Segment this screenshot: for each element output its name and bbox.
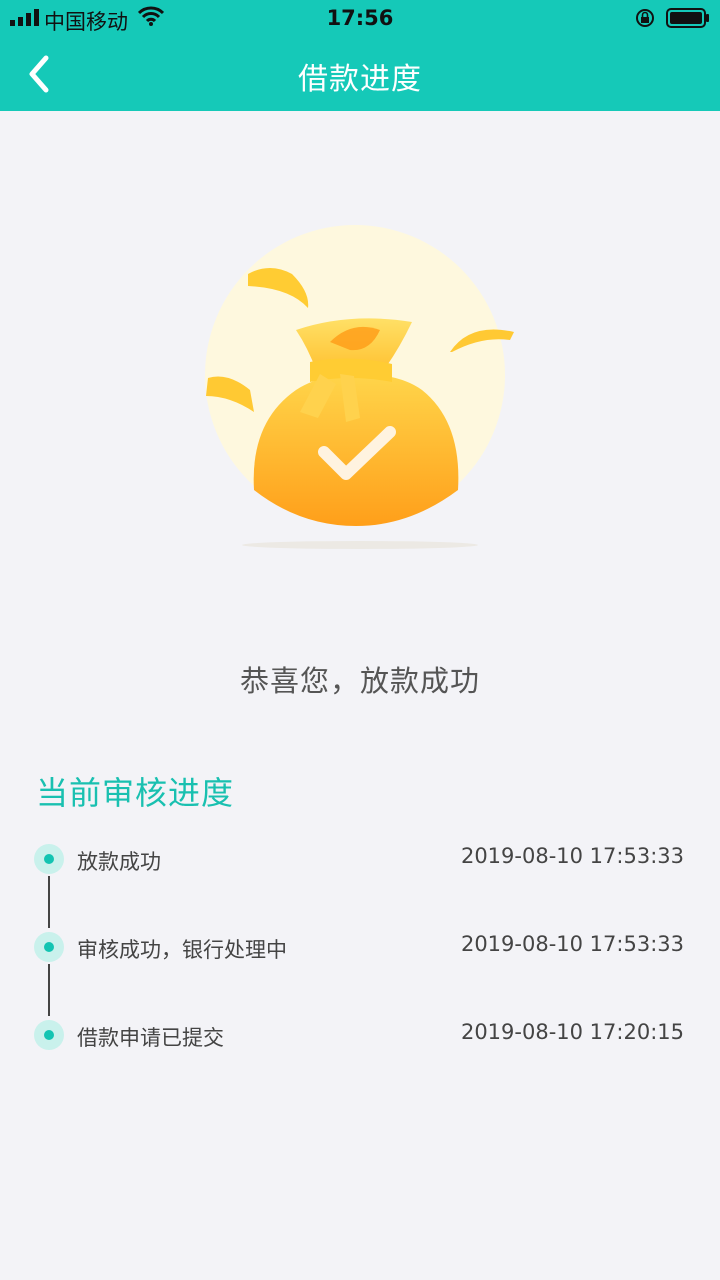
page-title: 借款进度 (298, 62, 422, 97)
step-time: 2019-08-10 17:53:33 (460, 844, 684, 868)
step-time: 2019-08-10 17:20:15 (460, 1020, 684, 1044)
money-bag-check-icon (205, 225, 514, 549)
step-dot-icon (34, 844, 64, 874)
progress-section-title: 当前审核进度 (36, 774, 235, 812)
step-label: 放款成功 (77, 850, 161, 874)
step-label: 借款申请已提交 (77, 1026, 224, 1050)
timeline-step: 借款申请已提交 2019-08-10 17:20:15 (0, 1006, 720, 1066)
nav-bar: 借款进度 (0, 36, 720, 111)
header-bar: 中国移动 17:56 借款进度 (0, 0, 720, 111)
status-bar: 中国移动 17:56 (0, 0, 720, 36)
status-time: 17:56 (326, 6, 394, 30)
battery-icon (666, 8, 709, 28)
step-label: 审核成功，银行处理中 (77, 938, 287, 962)
step-dot-icon (34, 1020, 64, 1050)
timeline-step: 审核成功，银行处理中 2019-08-10 17:53:33 (0, 918, 720, 978)
success-message: 恭喜您，放款成功 (239, 664, 480, 698)
step-dot-icon (34, 932, 64, 962)
rotation-lock-icon (636, 9, 654, 27)
step-time: 2019-08-10 17:53:33 (460, 932, 684, 956)
timeline-step: 放款成功 2019-08-10 17:53:33 (0, 830, 720, 890)
